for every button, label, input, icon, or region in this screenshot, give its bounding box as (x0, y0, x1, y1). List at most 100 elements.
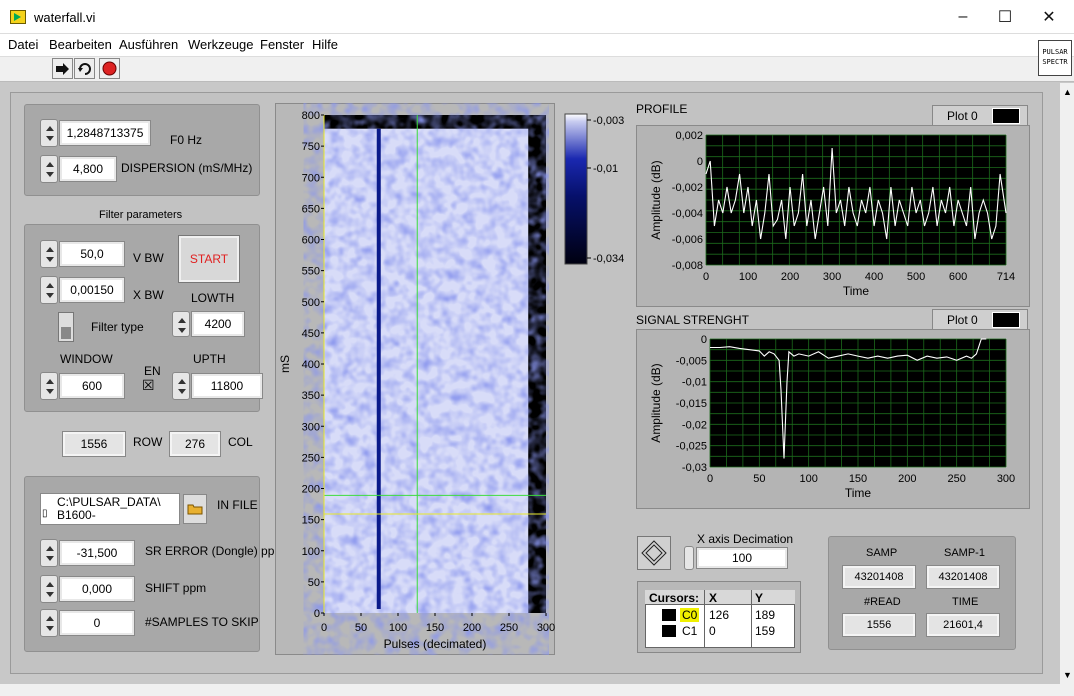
skip-spinner[interactable] (40, 609, 58, 637)
skip-control[interactable]: 0 (40, 609, 135, 637)
shift-control[interactable]: 0,000 (40, 575, 135, 603)
cursor-col-divider-2 (751, 590, 752, 648)
close-button[interactable]: ✕ (1026, 0, 1072, 34)
profile-title: PROFILE (636, 102, 688, 116)
maximize-button[interactable]: ☐ (982, 0, 1028, 34)
profile-xtick: 300 (823, 271, 841, 283)
signal-xtick: 150 (849, 473, 867, 485)
profile-ytick: -0,008 (672, 260, 703, 272)
infile-path-line2: B1600- (57, 508, 96, 522)
pulse-line (376, 128, 381, 609)
signal-ytick: -0,01 (682, 377, 707, 389)
xbw-field[interactable]: 0,00150 (59, 277, 125, 303)
samp-indicator: 43201408 (842, 565, 916, 589)
lowth-spinner[interactable] (172, 311, 190, 337)
xbw-control[interactable]: 0,00150 (40, 276, 125, 304)
abort-stop-icon[interactable] (99, 58, 120, 79)
vi-icon-line2: SPECTR (1042, 58, 1068, 66)
cursor-c0-name[interactable]: C0 (680, 608, 700, 622)
profile-chart[interactable]: 0,0020-0,002-0,004-0,006-0,0080 100 200 300… (636, 125, 1030, 307)
window-spinner[interactable] (40, 372, 58, 400)
browse-folder-icon[interactable] (183, 494, 207, 524)
dispersion-control[interactable]: 4,800 (40, 155, 117, 183)
waterfall-xtick: 100 (389, 622, 407, 634)
f0-control[interactable]: 1,2848713375 (40, 119, 151, 147)
infile-label: IN FILE (217, 498, 258, 512)
cursor-c1-x: 0 (709, 624, 716, 638)
upth-field[interactable]: 11800 (191, 373, 263, 399)
vbw-field[interactable]: 50,0 (59, 241, 125, 267)
waterfall-heatmap[interactable]: 8007507006506005505004504003503002502001… (275, 103, 555, 655)
menu-werkzeuge[interactable]: Werkzeuge (188, 37, 254, 52)
upth-spinner[interactable] (172, 372, 190, 400)
menu-ausfuehren[interactable]: Ausführen (119, 37, 178, 52)
waterfall-ytick: 550 (302, 266, 320, 278)
lowth-control[interactable]: 4200 (172, 311, 245, 337)
scroll-down-icon[interactable]: ▼ (1063, 670, 1072, 680)
lowth-label: LOWTH (191, 291, 235, 305)
f0-spinner[interactable] (40, 119, 58, 147)
signal-title: SIGNAL STRENGHT (636, 313, 749, 327)
scroll-up-icon[interactable]: ▲ (1063, 87, 1072, 97)
signal-ylabel: Amplitude (dB) (649, 363, 663, 442)
menu-bearbeiten[interactable]: Bearbeiten (49, 37, 112, 52)
shift-spinner[interactable] (40, 575, 58, 603)
window-control[interactable]: 600 (40, 372, 125, 400)
signal-plot-legend[interactable]: Plot 0 (932, 309, 1028, 331)
menu-hilfe[interactable]: Hilfe (312, 37, 338, 52)
decimation-field[interactable]: 100 (696, 547, 788, 569)
signal-ytick: -0,025 (676, 441, 707, 453)
infile-path[interactable]: C:\PULSAR_DATA\ B1600- (40, 493, 180, 525)
dispersion-spinner[interactable] (40, 155, 58, 183)
skip-field[interactable]: 0 (59, 610, 135, 636)
profile-legend-swatch (991, 108, 1020, 124)
waterfall-xtick: 300 (537, 622, 555, 634)
minimize-button[interactable]: – (940, 0, 986, 34)
profile-plot-legend[interactable]: Plot 0 (932, 105, 1028, 127)
waterfall-xlabel: Pulses (decimated) (384, 637, 487, 651)
col-label: COL (228, 435, 253, 449)
signal-chart[interactable]: 0-0,005-0,01-0,015-0,02-0,025-0,030 50 100… (636, 329, 1030, 509)
cursor-c0-icon (662, 609, 676, 621)
cursor-c0-x: 126 (709, 608, 730, 622)
waterfall-ytick: 300 (302, 421, 320, 433)
profile-xtick: 714 (997, 271, 1015, 283)
xbw-label: X BW (133, 288, 164, 302)
filter-type-switch-knob (61, 327, 71, 339)
menu-fenster[interactable]: Fenster (260, 37, 304, 52)
profile-ylabel: Amplitude (dB) (649, 160, 663, 239)
xbw-spinner[interactable] (40, 276, 58, 304)
filter-type-switch[interactable] (58, 312, 74, 342)
waterfall-ytick: 200 (302, 484, 320, 496)
cursor-c1-icon (662, 625, 676, 637)
labview-icon (10, 10, 26, 24)
sr-error-field[interactable]: -31,500 (59, 540, 135, 566)
decimation-label: X axis Decimation (697, 532, 794, 546)
window-field[interactable]: 600 (59, 373, 125, 399)
menu-datei[interactable]: Datei (8, 37, 38, 52)
decimation-spinner[interactable] (684, 546, 694, 570)
sr-error-control[interactable]: -31,500 (40, 539, 135, 567)
horizontal-scrollbar[interactable] (0, 684, 1074, 696)
en-checkbox[interactable]: ☒ (142, 377, 155, 394)
vbw-spinner[interactable] (40, 240, 58, 268)
shift-field[interactable]: 0,000 (59, 576, 135, 602)
f0-field[interactable]: 1,2848713375 (59, 120, 151, 146)
waterfall-ytick: 500 (302, 297, 320, 309)
lowth-field[interactable]: 4200 (191, 311, 245, 337)
dispersion-field[interactable]: 4,800 (59, 156, 117, 182)
run-continuously-icon[interactable] (74, 58, 95, 79)
graph-palette-pan-icon[interactable] (637, 536, 671, 570)
waterfall-xtick: 50 (355, 622, 367, 634)
start-button[interactable]: START (178, 235, 240, 283)
cursor-c1-name[interactable]: C1 (682, 624, 697, 638)
waterfall-xtick: 200 (463, 622, 481, 634)
vbw-control[interactable]: 50,0 (40, 240, 125, 268)
upth-label: UPTH (193, 352, 226, 366)
vertical-scrollbar[interactable]: ▲ ▼ (1060, 83, 1074, 684)
upth-control[interactable]: 11800 (172, 372, 263, 400)
run-arrow-icon[interactable] (52, 58, 73, 79)
profile-xtick: 500 (907, 271, 925, 283)
profile-ytick: -0,006 (672, 234, 703, 246)
sr-error-spinner[interactable] (40, 539, 58, 567)
